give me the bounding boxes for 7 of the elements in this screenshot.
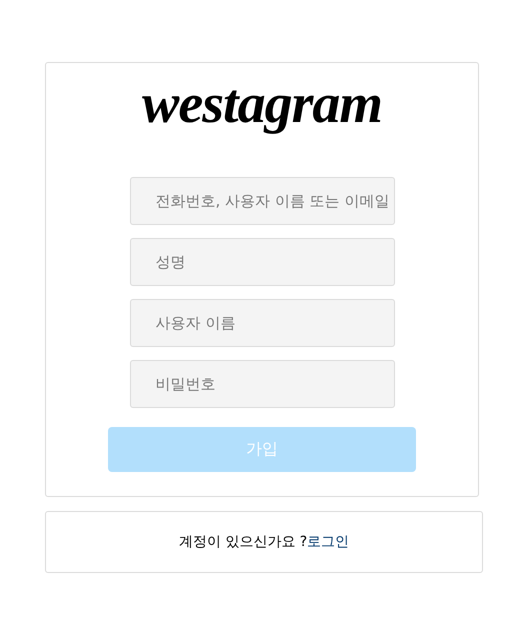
input-field[interactable]: 사용자 이름 [130,299,394,347]
input-field[interactable]: 성명 [130,238,394,286]
login-link[interactable]: 로그인 [307,534,350,550]
input-field[interactable]: 비밀번호 [130,360,394,408]
input-field[interactable]: 전화번호, 사용자 이름 또는 이메일 [130,177,394,225]
login-prompt: 계정이 있으신가요 ?로그인 [178,533,350,551]
logo: westagram [142,72,382,137]
